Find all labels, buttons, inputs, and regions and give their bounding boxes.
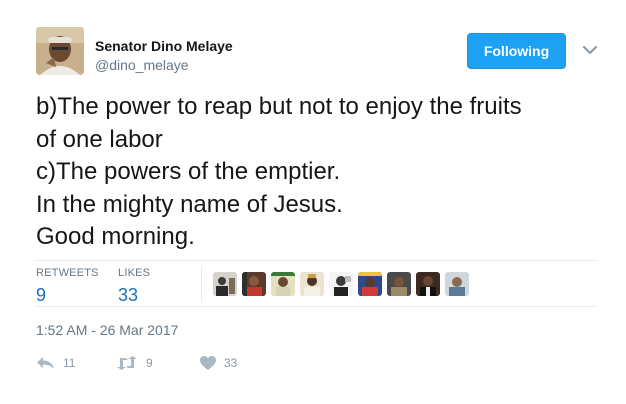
retweet-button[interactable]: 9 [116, 355, 153, 371]
author-info[interactable]: Senator Dino Melaye @dino_melaye [95, 38, 233, 74]
tweet-text-line: In the mighty name of Jesus. [36, 190, 343, 218]
liker-avatar[interactable] [300, 272, 324, 296]
tweet-text-line: of one labor [36, 125, 163, 153]
retweets-stat[interactable]: RETWEETS 9 [36, 267, 99, 306]
liker-avatar[interactable] [271, 272, 295, 296]
retweets-label: RETWEETS [36, 267, 99, 279]
author-display-name[interactable]: Senator Dino Melaye [95, 38, 233, 54]
tweet-timestamp[interactable]: 1:52 AM - 26 Mar 2017 [36, 322, 178, 338]
liker-avatar[interactable] [242, 272, 266, 296]
author-avatar[interactable] [36, 27, 84, 75]
reply-button[interactable]: 11 [36, 355, 75, 371]
stats-bottom-divider [36, 306, 596, 307]
stats-separator [201, 266, 202, 302]
likers-avatars [213, 272, 474, 296]
liker-avatar[interactable] [416, 272, 440, 296]
liker-photo-icon [329, 272, 353, 296]
reply-count: 11 [63, 356, 76, 370]
tweet-text: b)The power to reap but not to enjoy the… [36, 91, 596, 254]
stats-top-divider [36, 260, 596, 261]
liker-photo-icon [445, 272, 469, 296]
liker-photo-icon [242, 272, 266, 296]
like-count: 33 [224, 356, 238, 370]
liker-avatar[interactable] [213, 272, 237, 296]
chevron-down-icon [583, 45, 597, 54]
tweet-card: Senator Dino Melaye @dino_melaye Followi… [0, 0, 626, 404]
tweet-text-line: b)The power to reap but not to enjoy the… [36, 93, 522, 120]
liker-photo-icon [271, 272, 295, 296]
tweet-menu-button[interactable] [581, 43, 599, 57]
liker-photo-icon [358, 272, 382, 296]
liker-avatar[interactable] [445, 272, 469, 296]
liker-photo-icon [416, 272, 440, 296]
liker-avatar[interactable] [329, 272, 353, 296]
retweet-icon [117, 356, 137, 370]
tweet-text-line: Good morning. [36, 223, 195, 250]
reply-icon [37, 357, 54, 369]
author-username[interactable]: @dino_melaye [95, 56, 233, 74]
avatar-photo-icon [36, 27, 84, 75]
retweet-count: 9 [146, 356, 153, 370]
like-button[interactable]: 33 [200, 355, 237, 371]
liker-photo-icon [387, 272, 411, 296]
retweets-count: 9 [36, 285, 47, 305]
liker-avatar[interactable] [358, 272, 382, 296]
likes-stat[interactable]: LIKES 33 [118, 267, 150, 306]
tweet-text-line: c)The powers of the emptier. [36, 158, 341, 185]
liker-avatar[interactable] [387, 272, 411, 296]
likes-label: LIKES [118, 267, 151, 279]
following-button[interactable]: Following [467, 33, 566, 69]
heart-icon [200, 356, 216, 370]
likes-count: 33 [118, 285, 139, 305]
liker-photo-icon [300, 272, 324, 296]
liker-photo-icon [213, 272, 237, 296]
